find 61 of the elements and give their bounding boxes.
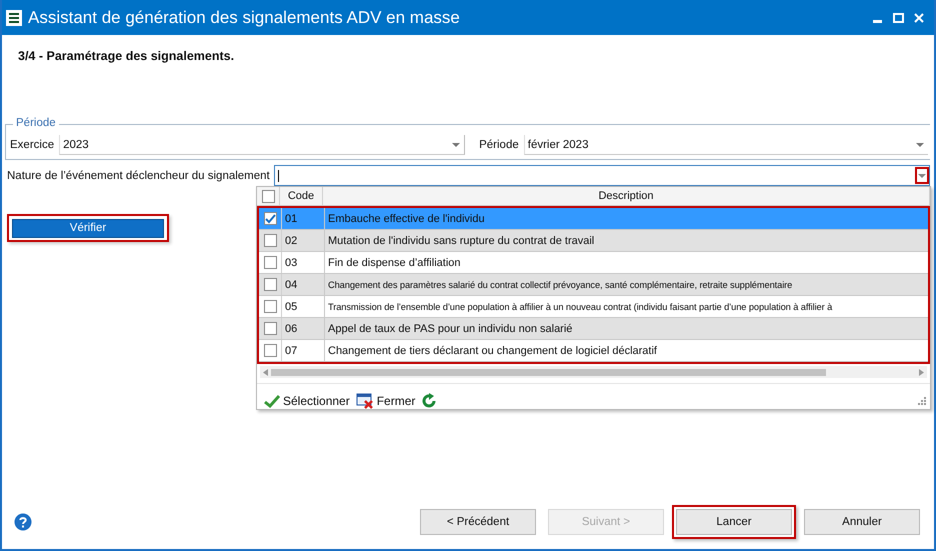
table-row[interactable]: 02 Mutation de l'individu sans rupture du contrat de travail — [259, 230, 928, 252]
check-icon — [264, 394, 280, 408]
menu-icon[interactable] — [6, 10, 22, 26]
checkbox[interactable] — [264, 344, 276, 357]
table-cell: 03 — [282, 252, 325, 273]
select-button[interactable]: Sélectionner — [261, 394, 353, 408]
checkbox[interactable] — [264, 300, 276, 313]
table-row[interactable]: 06 Appel de taux de PAS pour un individu non salarié — [259, 318, 928, 340]
caret-icon — [918, 174, 926, 178]
caret-icon — [452, 142, 460, 146]
table-cell: 06 — [282, 318, 325, 339]
table-row[interactable]: 01 Embauche effective de l'individu — [259, 208, 928, 230]
horizontal-scrollbar[interactable] — [260, 366, 927, 378]
scroll-left-icon[interactable] — [263, 368, 268, 376]
column-header[interactable]: Code — [280, 187, 323, 205]
table-cell-text: Embauche effective de l'individu — [327, 212, 486, 226]
table-row[interactable]: 03 Fin de dispense d’affiliation — [259, 252, 928, 274]
table-cell-text: Changement des paramètres salarié du contrat collectif prévoyance, santé complémentaire, retraite supplémentaire — [327, 278, 794, 292]
group-legend: Période — [13, 117, 59, 129]
table-row[interactable]: 05 Transmission de l’ensemble d’une population à affilier à un nouveau contrat (individu faisant partie d’une population à affilier à — [259, 296, 928, 318]
year-dropdown[interactable]: 2023 — [59, 135, 466, 155]
step-heading: 3/4 - Paramétrage des signalements. — [18, 49, 236, 63]
checkbox[interactable] — [264, 234, 276, 247]
scroll-right-icon[interactable] — [919, 368, 924, 376]
help-icon[interactable] — [14, 513, 32, 531]
close-icon[interactable] — [914, 12, 924, 22]
wizard-button[interactable]: Annuler — [804, 509, 920, 535]
table-cell: 07 — [282, 340, 325, 361]
table-cell-text: Transmission de l’ensemble d’une population à affilier à un nouveau contrat (individu faisant partie d’une population à affilier à — [327, 300, 834, 314]
dropdown-button[interactable] — [915, 167, 929, 184]
table-cell: 04 — [282, 274, 325, 295]
field-label: Nature de l’événement déclencheur du signalement — [7, 170, 270, 182]
field-label: Exercice — [10, 139, 54, 151]
table-row[interactable]: 07 Changement de tiers déclarant ou changement de logiciel déclaratif — [259, 340, 928, 362]
column-header[interactable]: Description — [323, 187, 930, 205]
close-button[interactable]: Fermer — [352, 392, 418, 408]
table-cell: 05 — [282, 296, 325, 317]
window-title: Assistant de génération des signalements ADV en masse — [28, 8, 460, 28]
checkbox[interactable] — [264, 322, 276, 335]
field-label: Période — [479, 139, 519, 151]
checkbox[interactable] — [264, 212, 276, 225]
event-type-dropdown[interactable] — [274, 165, 930, 186]
window-close-icon — [356, 392, 374, 408]
checkbox[interactable] — [264, 256, 276, 269]
caret-icon — [916, 142, 924, 146]
wizard-button[interactable]: Lancer — [676, 509, 792, 535]
table-cell: 01 — [282, 208, 325, 229]
wizard-button[interactable]: < Précédent — [420, 509, 536, 535]
table-cell-text: Mutation de l'individu sans rupture du contrat de travail — [327, 234, 596, 248]
maximize-icon[interactable] — [893, 12, 904, 22]
table-cell-text: Changement de tiers déclarant ou changement de logiciel déclaratif — [327, 344, 658, 358]
period-dropdown[interactable]: février 2023 — [524, 135, 928, 155]
refresh-icon[interactable] — [422, 392, 438, 408]
table-cell-text: Fin de dispense d’affiliation — [327, 256, 462, 270]
checkbox[interactable] — [262, 190, 274, 202]
verify-button[interactable]: Vérifier — [12, 218, 164, 238]
resize-grip-icon[interactable] — [917, 396, 926, 405]
checkbox[interactable] — [264, 278, 276, 291]
table-cell-text: Appel de taux de PAS pour un individu non salarié — [327, 322, 574, 336]
table-cell: 02 — [282, 230, 325, 251]
table-row[interactable]: 04 Changement des paramètres salarié du contrat collectif prévoyance, santé complémentaire, retraite supplémentaire — [259, 274, 928, 296]
